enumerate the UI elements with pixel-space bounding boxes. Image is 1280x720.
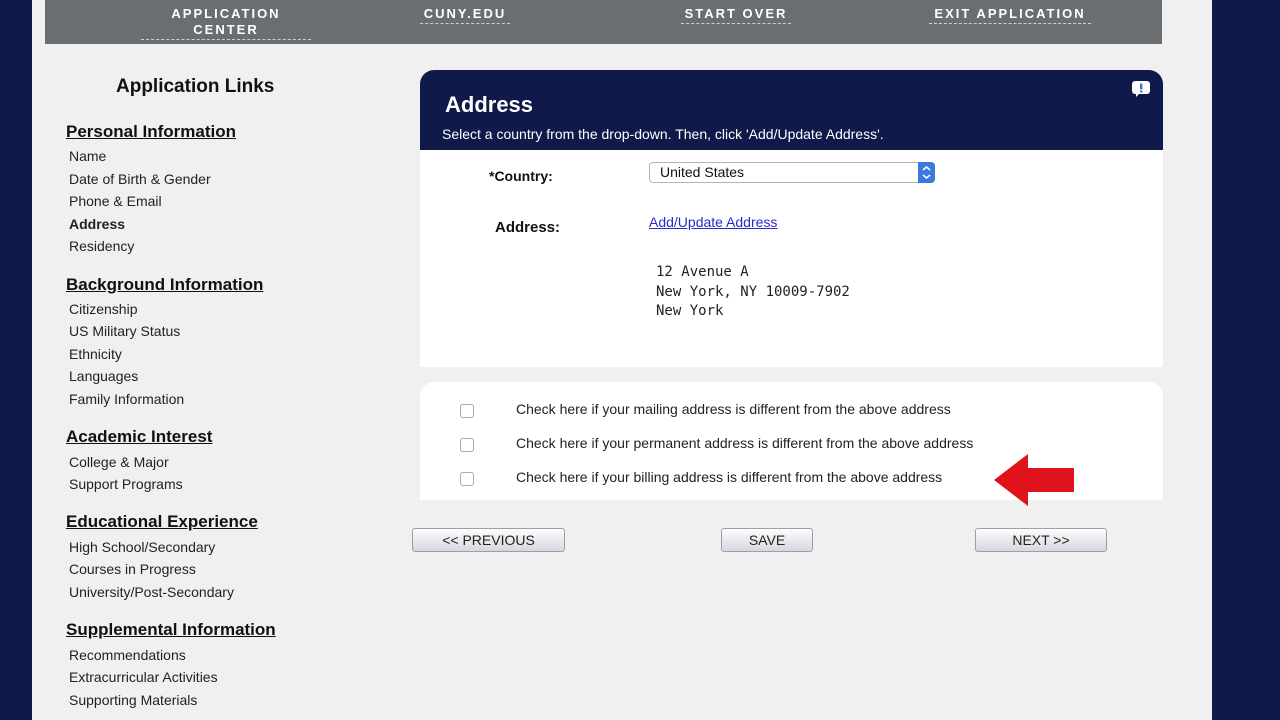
sidebar-title: Application Links: [116, 76, 275, 97]
mailing-address-checkbox[interactable]: [460, 404, 474, 418]
sidebar-link-residency[interactable]: Residency: [69, 238, 134, 254]
sidebar-link-support-programs[interactable]: Support Programs: [69, 476, 183, 492]
select-arrows-icon[interactable]: [918, 162, 935, 183]
sidebar-link-courses-in-progress[interactable]: Courses in Progress: [69, 561, 196, 577]
address-line-3: New York: [656, 303, 724, 319]
sidebar-link-recommendations[interactable]: Recommendations: [69, 647, 186, 663]
next-button[interactable]: NEXT >>: [975, 528, 1107, 552]
previous-button[interactable]: << PREVIOUS: [412, 528, 565, 552]
nav-exit-application[interactable]: EXIT APPLICATION: [929, 6, 1091, 24]
sidebar-link-extracurricular-activities[interactable]: Extracurricular Activities: [69, 669, 218, 685]
help-chat-icon[interactable]: [1131, 80, 1151, 98]
sidebar-link-date-of-birth-gender[interactable]: Date of Birth & Gender: [69, 171, 211, 187]
address-label: Address:: [495, 219, 561, 236]
country-label: *Country:: [489, 168, 553, 184]
sidebar-link-address[interactable]: Address: [69, 216, 125, 232]
billing-address-checkbox[interactable]: [460, 472, 474, 486]
add-update-address-link[interactable]: Add/Update Address: [649, 214, 777, 230]
address-panel: Address Select a country from the drop-d…: [420, 70, 1163, 367]
address-line-2: New York, NY 10009-7902: [656, 284, 850, 300]
sidebar-link-university[interactable]: University/Post-Secondary: [69, 584, 234, 600]
sidebar-link-ethnicity[interactable]: Ethnicity: [69, 346, 122, 362]
sidebar-link-name[interactable]: Name: [69, 148, 106, 164]
panel-header: Address Select a country from the drop-d…: [420, 70, 1163, 150]
permanent-address-checkbox[interactable]: [460, 438, 474, 452]
page-title: Address: [445, 92, 534, 117]
sidebar-link-us-military-status[interactable]: US Military Status: [69, 323, 180, 339]
permanent-address-label: Check here if your permanent address is …: [516, 435, 974, 451]
sidebar-link-citizenship[interactable]: Citizenship: [69, 301, 137, 317]
nav-cuny-edu[interactable]: CUNY.EDU: [420, 6, 510, 24]
address-line-1: 12 Avenue A: [656, 264, 749, 280]
red-pointer-arrow-icon: [994, 454, 1074, 506]
section-personal-information: Personal Information: [66, 122, 237, 141]
page-container: APPLICATION CENTER CUNY.EDU START OVER E…: [32, 0, 1212, 720]
section-background-information: Background Information: [66, 275, 264, 294]
sidebar-link-family-information[interactable]: Family Information: [69, 391, 184, 407]
country-select-value: United States: [660, 164, 745, 180]
country-select[interactable]: United States: [649, 162, 935, 183]
sidebar-link-supporting-materials[interactable]: Supporting Materials: [69, 692, 197, 708]
application-links-sidebar: Application Links Personal Information N…: [32, 0, 412, 720]
section-supplemental-information: Supplemental Information: [66, 620, 276, 639]
save-button[interactable]: SAVE: [721, 528, 813, 552]
sidebar-link-phone-email[interactable]: Phone & Email: [69, 193, 162, 209]
panel-instructions: Select a country from the drop-down. The…: [442, 126, 884, 142]
sidebar-link-college-major[interactable]: College & Major: [69, 454, 169, 470]
sidebar-link-high-school[interactable]: High School/Secondary: [69, 539, 215, 555]
nav-start-over[interactable]: START OVER: [681, 6, 791, 24]
sidebar-link-languages[interactable]: Languages: [69, 368, 138, 384]
section-educational-experience: Educational Experience: [66, 512, 258, 531]
mailing-address-label: Check here if your mailing address is di…: [516, 401, 951, 417]
billing-address-label: Check here if your billing address is di…: [516, 469, 943, 485]
section-academic-interest: Academic Interest: [66, 427, 213, 446]
